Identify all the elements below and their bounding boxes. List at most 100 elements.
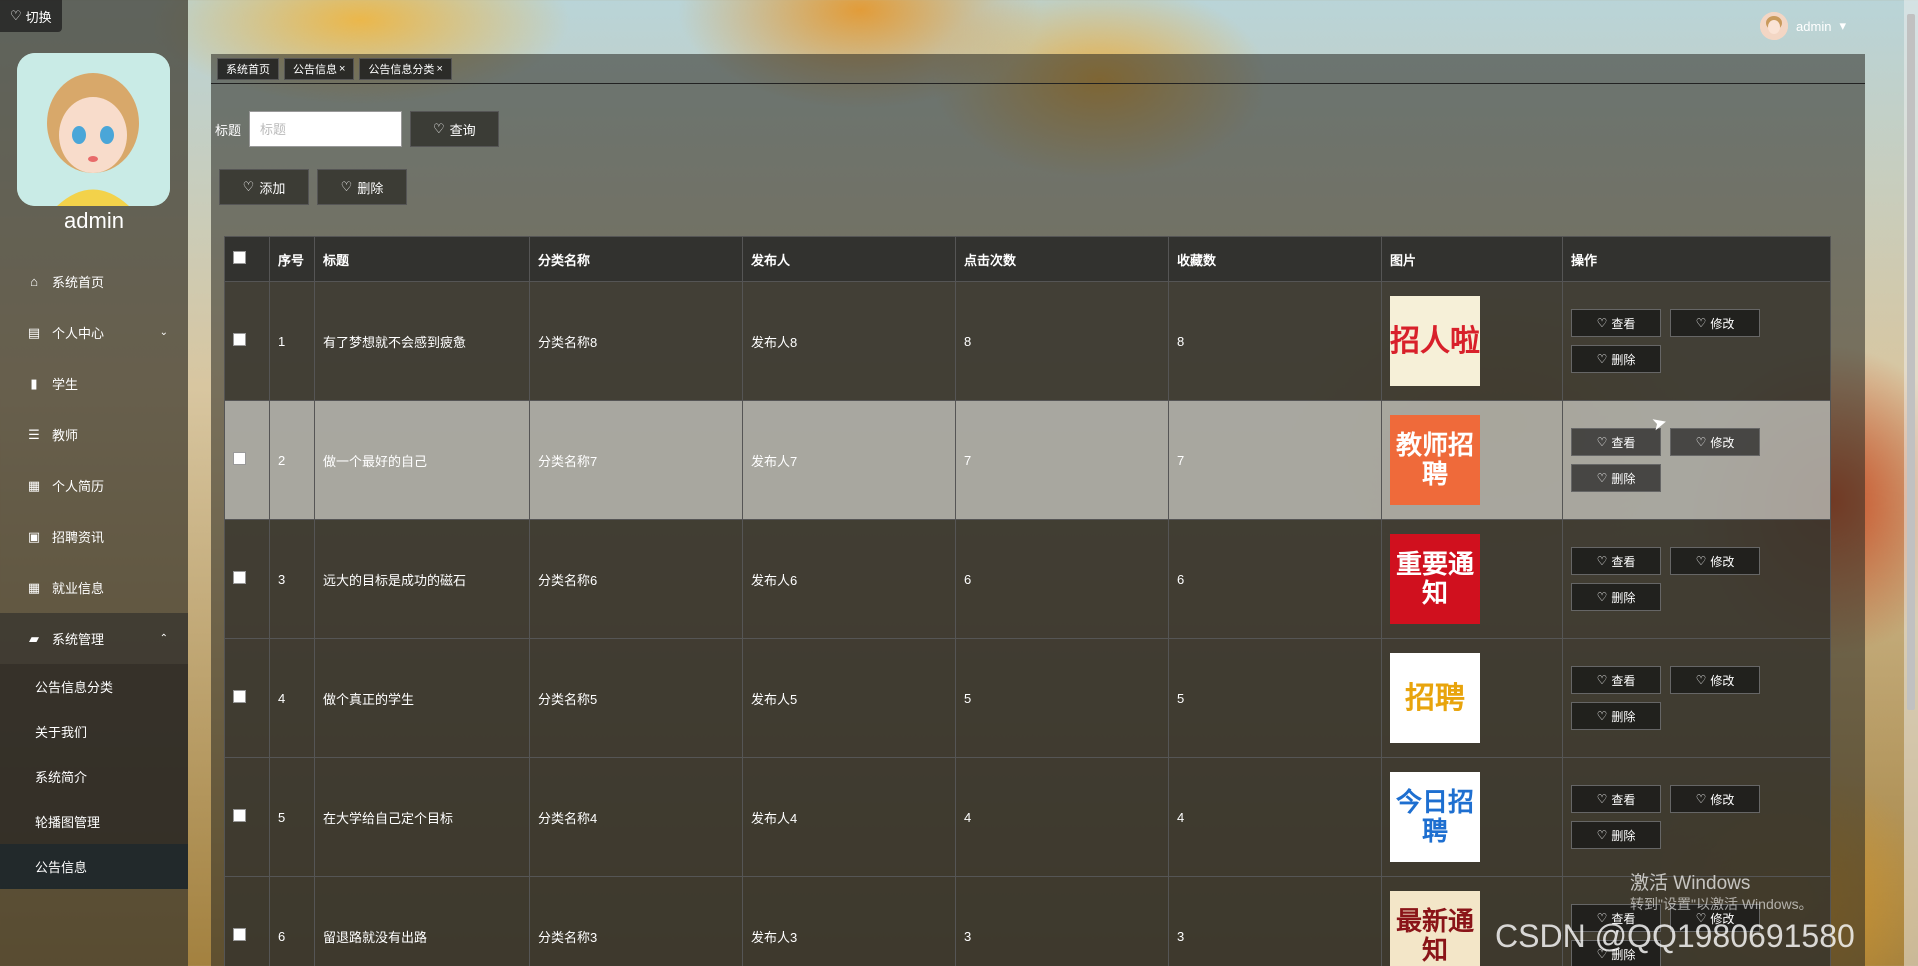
thumbnail-text: 招聘 (1405, 681, 1465, 715)
delete-label: 删除 (1611, 828, 1636, 843)
search-input[interactable] (249, 111, 403, 147)
action-row: ♡ 添加 ♡ 删除 (219, 169, 407, 205)
chevron-down-icon: ⌄ (159, 327, 168, 338)
row-select-cell[interactable] (224, 638, 270, 758)
sidebar-item-personal-center[interactable]: ▤ 个人中心 ⌄ (0, 307, 188, 358)
heart-icon: ♡ (1596, 828, 1608, 842)
tab-notice-category[interactable]: 公告信息分类 × (359, 58, 452, 80)
sidebar-item-home[interactable]: ⌂ 系统首页 (0, 256, 188, 307)
add-button[interactable]: ♡ 添加 (219, 169, 309, 205)
select-all-cell[interactable] (224, 236, 270, 282)
admin-name: admin (64, 208, 124, 233)
row-actions-cell: ♡ 查看 ♡ 修改 ♡ 删除 (1562, 519, 1831, 639)
switch-button[interactable]: ♡ 切换 (0, 0, 62, 32)
row-publisher: 发布人4 (742, 757, 956, 877)
avatar (17, 53, 170, 206)
bulk-delete-button[interactable]: ♡ 删除 (317, 169, 407, 205)
tab-home[interactable]: 系统首页 (217, 58, 279, 80)
row-select-cell[interactable] (224, 519, 270, 639)
submenu-item-system-intro[interactable]: 系统简介 (0, 754, 188, 799)
delete-button[interactable]: ♡ 删除 (1571, 345, 1661, 373)
row-checkbox[interactable] (233, 690, 246, 703)
submenu-item-notice-category[interactable]: 公告信息分类 (0, 664, 188, 709)
row-select-cell[interactable] (224, 281, 270, 401)
edit-button[interactable]: ♡ 修改 (1670, 666, 1760, 694)
row-checkbox[interactable] (233, 809, 246, 822)
caret-down-icon: ▾ (1839, 18, 1846, 33)
edit-button[interactable]: ♡ 修改 (1670, 547, 1760, 575)
delete-button[interactable]: ♡ 删除 (1571, 464, 1661, 492)
switch-label: 切换 (25, 9, 52, 25)
edit-button[interactable]: ♡ 修改 (1670, 428, 1760, 456)
thumbnail-text: 教师招聘 (1395, 430, 1474, 489)
view-button[interactable]: ♡ 查看 (1571, 785, 1661, 813)
csdn-watermark: CSDN @QQ1980691580 (1495, 918, 1855, 954)
sidebar-item-resume[interactable]: ▦ 个人简历 (0, 460, 188, 511)
edit-button[interactable]: ♡ 修改 (1670, 309, 1760, 337)
sidebar-item-recruit-news[interactable]: ▣ 招聘资讯 (0, 511, 188, 562)
column-header: 收藏数 (1168, 236, 1382, 282)
submenu-item-notice[interactable]: 公告信息 (0, 844, 188, 889)
submenu-label: 公告信息分类 (35, 680, 114, 695)
sidebar-item-label: 学生 (52, 377, 79, 392)
close-icon[interactable]: × (339, 63, 345, 75)
select-all-checkbox[interactable] (233, 251, 246, 264)
submenu-label: 关于我们 (35, 725, 88, 740)
sidebar-item-label: 个人中心 (52, 326, 105, 341)
row-clicks: 4 (955, 757, 1169, 877)
heart-icon: ♡ (433, 121, 445, 136)
tab-label: 公告信息 (293, 64, 337, 76)
submenu-item-about-us[interactable]: 关于我们 (0, 709, 188, 754)
heart-icon: ♡ (340, 179, 353, 194)
row-number: 3 (269, 519, 315, 639)
edit-button[interactable]: ♡ 修改 (1670, 785, 1760, 813)
watermark-line1: 激活 Windows (1630, 873, 1751, 894)
sidebar-item-employment[interactable]: ▦ 就业信息 (0, 562, 188, 613)
edit-label: 修改 (1710, 435, 1735, 450)
row-select-cell[interactable] (224, 876, 270, 966)
sidebar-item-system-management[interactable]: ▰ 系统管理 ⌃ (0, 613, 188, 664)
row-publisher: 发布人3 (742, 876, 956, 966)
view-button[interactable]: ♡ 查看 (1571, 428, 1661, 456)
chevron-up-icon: ⌃ (159, 633, 168, 644)
user-center-icon: ▤ (27, 324, 41, 340)
delete-button[interactable]: ♡ 删除 (1571, 702, 1661, 730)
close-icon[interactable]: × (436, 63, 442, 75)
sidebar-menu: ⌂ 系统首页 ▤ 个人中心 ⌄ ▮ 学生 ☰ 教师 ▦ 个人简历 ▣ 招聘资讯 … (0, 256, 188, 889)
delete-button[interactable]: ♡ 删除 (1571, 821, 1661, 849)
heart-icon: ♡ (1596, 590, 1608, 604)
tab-label: 系统首页 (226, 64, 270, 76)
row-select-cell[interactable] (224, 400, 270, 520)
row-select-cell[interactable] (224, 757, 270, 877)
sidebar-item-label: 就业信息 (52, 581, 105, 596)
row-checkbox[interactable] (233, 571, 246, 584)
row-number: 5 (269, 757, 315, 877)
submenu-item-carousel[interactable]: 轮播图管理 (0, 799, 188, 844)
row-checkbox[interactable] (233, 452, 246, 465)
tab-bar: 系统首页 公告信息 × 公告信息分类 × (211, 54, 1865, 84)
notice-thumbnail: 招聘 (1390, 653, 1480, 743)
sidebar-item-teachers[interactable]: ☰ 教师 (0, 409, 188, 460)
row-number: 2 (269, 400, 315, 520)
scrollbar[interactable] (1904, 0, 1918, 966)
delete-button[interactable]: ♡ 删除 (1571, 583, 1661, 611)
sidebar-item-students[interactable]: ▮ 学生 (0, 358, 188, 409)
grid-icon: ▦ (27, 477, 41, 493)
heart-icon: ♡ (1596, 352, 1608, 366)
top-user-menu[interactable]: admin ▾ (1760, 12, 1846, 40)
view-button[interactable]: ♡ 查看 (1571, 666, 1661, 694)
search-button[interactable]: ♡ 查询 (410, 111, 499, 147)
view-button[interactable]: ♡ 查看 (1571, 309, 1661, 337)
row-checkbox[interactable] (233, 928, 246, 941)
row-clicks: 8 (955, 281, 1169, 401)
chart-icon: ▣ (27, 528, 41, 544)
table-row: 2 做一个最好的自己 分类名称7 发布人7 7 7 教师招聘 ♡ 查看 ♡ 修改 ♡ 删除 (224, 400, 1831, 520)
row-clicks: 6 (955, 519, 1169, 639)
scrollbar-thumb[interactable] (1907, 14, 1915, 710)
row-image-cell: 教师招聘 (1381, 400, 1563, 520)
tab-notice[interactable]: 公告信息 × (284, 58, 355, 80)
column-header: 分类名称 (529, 236, 743, 282)
view-button[interactable]: ♡ 查看 (1571, 547, 1661, 575)
row-checkbox[interactable] (233, 333, 246, 346)
row-number: 1 (269, 281, 315, 401)
